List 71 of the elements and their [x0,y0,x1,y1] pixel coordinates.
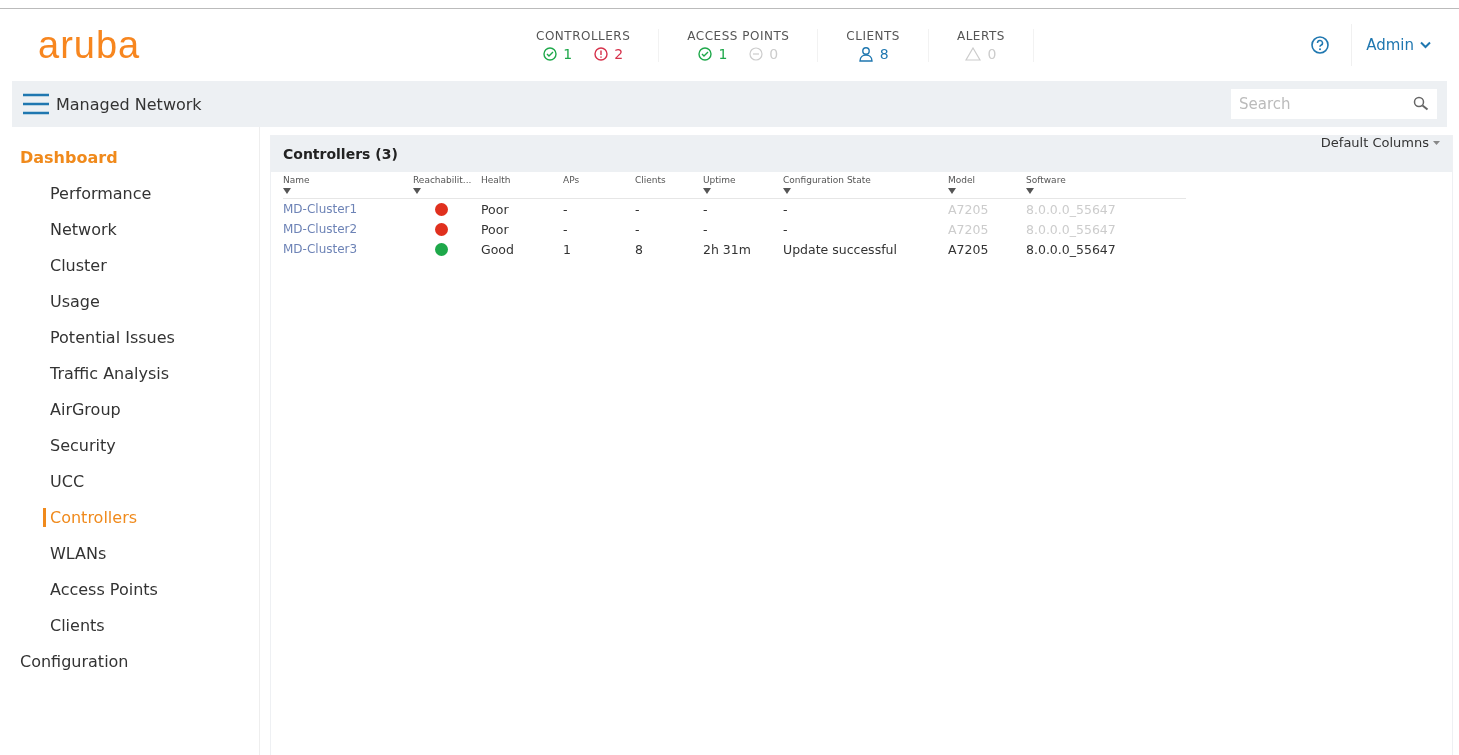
sidebar-item[interactable]: Access Points [50,579,158,599]
table-cell-text: Update successful [783,240,898,259]
sidebar-item[interactable]: Network [50,219,117,239]
table-cell-text: 1 [563,240,572,259]
table-cell-text: 8.0.0.0_55647 [1026,240,1117,259]
table-cell-text: - [783,200,789,219]
table-cell-text: - [703,200,709,219]
sidebar-item[interactable]: Performance [50,183,152,203]
column-header[interactable]: APs [563,175,635,185]
stat-count[interactable]: 8 [857,45,889,62]
check-circle-icon [698,46,713,61]
controller-link[interactable]: MD-Cluster1 [283,202,358,216]
sidebar-item[interactable]: Configuration [20,651,129,671]
table-cell-text: - [783,220,789,239]
column-header[interactable]: Configuration State [783,175,948,185]
stat-title: ACCESS POINTS [687,28,790,43]
caret-icon [1433,140,1440,145]
table-cell-text: 2h 31m [703,240,752,259]
filter-icon[interactable] [413,188,421,194]
filter-icon[interactable] [783,188,791,194]
menu-icon[interactable] [22,93,50,115]
table-cell-text: - [563,220,569,239]
table-cell-text: 8 [635,240,644,259]
stat-count[interactable]: 2 [594,45,624,62]
column-header[interactable]: Clients [635,175,703,185]
sidebar-item[interactable]: WLANs [50,543,107,563]
column-header[interactable]: Reachabilit... [413,175,481,185]
filter-icon[interactable] [703,188,711,194]
user-icon [857,45,874,62]
table-cell-text: Poor [481,200,510,219]
aruba-logo: aruba [38,23,142,67]
table-cell-text: A7205 [948,240,990,259]
check-circle-icon [543,46,558,61]
table-cell-text: - [635,220,641,239]
stat-title: ALERTS [956,28,1005,43]
column-header[interactable]: Model [948,175,1026,185]
column-header[interactable]: Health [481,175,563,185]
alert-circle-icon [594,46,609,61]
sidebar-item[interactable]: Security [50,435,116,455]
warning-icon [965,46,982,61]
filter-icon[interactable] [948,188,956,194]
sidebar-item[interactable]: Usage [50,291,100,311]
help-icon[interactable] [1311,36,1330,54]
user-menu[interactable]: Admin [1351,24,1445,66]
sidebar-item[interactable]: UCC [50,471,85,491]
controller-link[interactable]: MD-Cluster2 [283,222,358,236]
stat-title: CLIENTS [846,28,900,43]
table-cell-text: Poor [481,220,510,239]
sidebar-item[interactable]: Clients [50,615,105,635]
chevron-down-icon [1420,41,1431,49]
table-title: Controllers (3) [283,146,398,162]
table-cell-text: - [563,200,569,219]
sidebar-item[interactable]: Cluster [50,255,107,275]
nav-title: Managed Network [56,94,202,114]
sidebar-item[interactable]: Traffic Analysis [50,363,170,383]
stat-title: CONTROLLERS [536,28,631,43]
search-icon [1413,96,1429,112]
column-menu[interactable]: Default Columns [1314,134,1446,151]
search-field[interactable]: Search [1231,89,1437,119]
column-header[interactable]: Name [283,175,413,185]
minus-circle-icon [749,46,764,61]
sidebar-item[interactable]: Potential Issues [50,327,175,347]
table-cell-text: - [703,220,709,239]
column-header[interactable]: Uptime [703,175,783,185]
sidebar-item[interactable]: AirGroup [50,399,121,419]
filter-icon[interactable] [1026,188,1034,194]
table-cell-text: - [635,200,641,219]
table-cell-text: Good [481,240,515,259]
controller-link[interactable]: MD-Cluster3 [283,242,358,256]
column-header[interactable]: Software [1026,175,1186,185]
filter-icon[interactable] [283,188,291,194]
